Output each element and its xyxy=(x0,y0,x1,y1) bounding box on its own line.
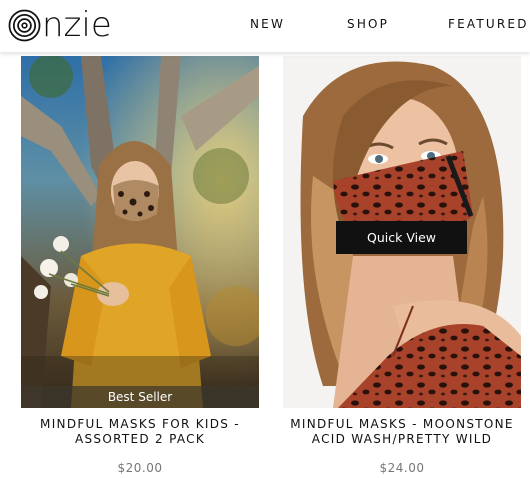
product-title-line-2: ASSORTED 2 PACK xyxy=(75,432,205,446)
product-card-kids-masks: Best Seller MINDFUL MASKS FOR KIDS - ASS… xyxy=(21,56,259,475)
product-image-moonstone-masks[interactable]: Quick View xyxy=(283,56,521,408)
product-title[interactable]: MINDFUL MASKS - MOONSTONE ACID WASH/PRET… xyxy=(283,417,521,447)
nav-item-new[interactable]: NEW xyxy=(250,17,285,31)
product-title-line-1: MINDFUL MASKS - MOONSTONE xyxy=(290,417,514,431)
product-price: $24.00 xyxy=(379,461,425,475)
site-header: nzie NEW SHOP FEATURED xyxy=(0,0,530,52)
product-title[interactable]: MINDFUL MASKS FOR KIDS - ASSORTED 2 PACK xyxy=(21,417,259,447)
child-in-mask-photo xyxy=(21,56,259,408)
main-nav: NEW SHOP FEATURED xyxy=(0,17,530,35)
best-seller-badge: Best Seller xyxy=(21,386,259,408)
nav-item-shop[interactable]: SHOP xyxy=(347,17,389,31)
product-price: $20.00 xyxy=(117,461,163,475)
product-card-moonstone-masks: Quick View MINDFUL MASKS - MOONSTONE ACI… xyxy=(283,56,521,475)
product-image-kids-masks[interactable]: Best Seller xyxy=(21,56,259,408)
product-title-line-2: ACID WASH/PRETTY WILD xyxy=(311,432,493,446)
quick-view-button[interactable]: Quick View xyxy=(336,221,467,254)
nav-item-featured[interactable]: FEATURED xyxy=(448,17,529,31)
product-title-line-1: MINDFUL MASKS FOR KIDS - xyxy=(40,417,240,431)
